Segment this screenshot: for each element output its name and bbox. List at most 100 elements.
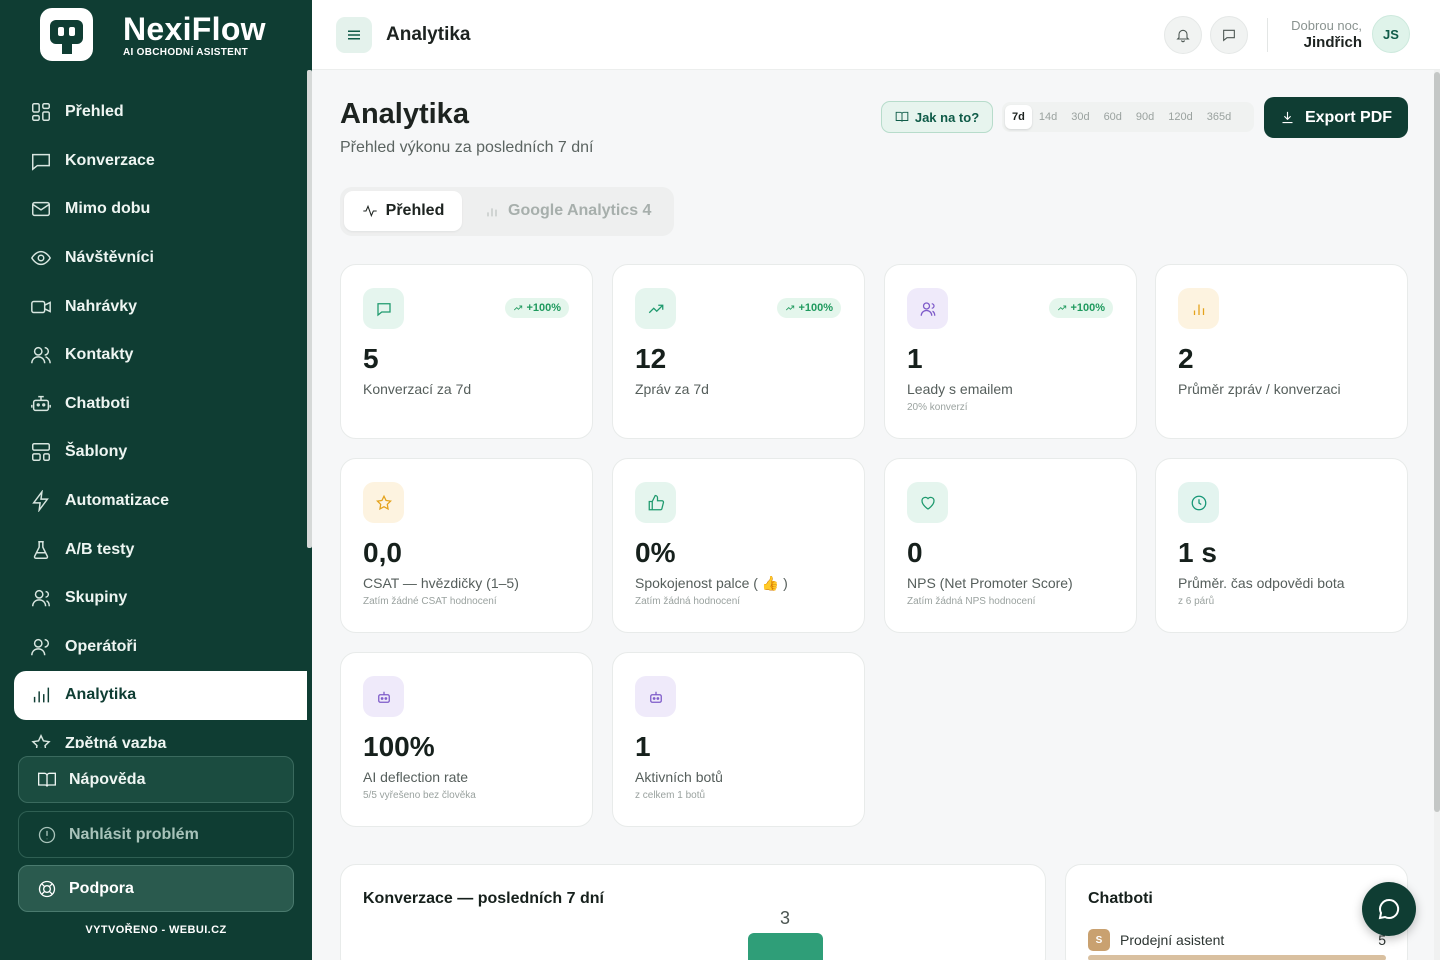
star-icon <box>363 482 404 523</box>
avatar[interactable]: JS <box>1372 15 1410 53</box>
range-90d[interactable]: 90d <box>1129 105 1161 129</box>
tab-prehled[interactable]: Přehled <box>344 191 462 231</box>
sidebar-item-automatizace[interactable]: Automatizace <box>14 477 307 526</box>
brand-name: NexiFlow <box>123 10 266 47</box>
trend-badge: +100% <box>1049 298 1113 318</box>
sidebar-item-operatori[interactable]: Operátoři <box>14 623 307 672</box>
bot-row[interactable]: S Prodejní asistent 5 <box>1088 929 1386 951</box>
stat-note: z 6 párů <box>1178 596 1215 607</box>
notifications-button[interactable] <box>1164 16 1202 54</box>
sidebar-item-navstevnici[interactable]: Návštěvníci <box>14 234 307 283</box>
trend-badge: +100% <box>505 298 569 318</box>
stat-label: Zpráv za 7d <box>635 381 709 397</box>
trend-up-icon <box>786 305 795 311</box>
bot-icon <box>363 676 404 717</box>
sidebar-item-label: Chatboti <box>65 394 130 412</box>
range-120d[interactable]: 120d <box>1161 105 1199 129</box>
tab-label: Přehled <box>385 202 445 219</box>
sidebar-item-zpetna-vazba[interactable]: Zpětná vazba <box>14 720 307 748</box>
stat-note: 20% konverzí <box>907 402 968 413</box>
sidebar-item-skupiny[interactable]: Skupiny <box>14 574 307 623</box>
stat-label: CSAT — hvězdičky (1–5) <box>363 575 519 591</box>
report-label: Nahlásit problém <box>69 825 199 843</box>
messages-button[interactable] <box>1210 16 1248 54</box>
chat-bubble-icon <box>1378 898 1400 920</box>
stat-value: 2 <box>1178 343 1194 374</box>
conversations-chart: 3 <box>748 908 823 960</box>
sidebar-item-sablony[interactable]: Šablony <box>14 428 307 477</box>
sidebar-scrollbar[interactable] <box>307 70 312 548</box>
sidebar-item-konverzace[interactable]: Konverzace <box>14 137 307 186</box>
topbar-title: Analytika <box>386 24 471 45</box>
scrollbar-thumb[interactable] <box>1434 72 1440 812</box>
bar-value-label: 3 <box>780 908 790 928</box>
bot-icon <box>31 395 51 412</box>
star-icon <box>31 734 51 748</box>
credit-text[interactable]: VYTVOŘENO - WEBUI.CZ <box>0 924 312 936</box>
sidebar-item-label: Automatizace <box>65 492 170 510</box>
stat-note: Zatím žádná NPS hodnocení <box>907 596 1036 607</box>
stat-value: 5 <box>363 343 379 374</box>
stat-card-deflection: 100% AI deflection rate 5/5 vyřešeno bez… <box>340 652 593 827</box>
chatbots-panel: Chatboti S Prodejní asistent 5 <box>1065 864 1408 960</box>
sidebar-item-mimo-dobu[interactable]: Mimo dobu <box>14 185 307 234</box>
sidebar-nav: Přehled Konverzace Mimo dobu Návštěvníci… <box>14 88 307 748</box>
sidebar-item-label: Přehled <box>65 103 124 121</box>
page-title: Analytika <box>340 98 469 130</box>
support-label: Podpora <box>69 879 134 897</box>
help-button[interactable]: Nápověda <box>18 756 294 803</box>
analytics-icon <box>33 688 50 703</box>
export-label: Export PDF <box>1304 108 1393 126</box>
template-icon <box>32 443 50 462</box>
sidebar-item-prehled[interactable]: Přehled <box>14 88 307 137</box>
stat-label: Leady s emailem <box>907 381 1013 397</box>
menu-toggle-button[interactable] <box>336 17 372 53</box>
tab-google-analytics[interactable]: Google Analytics 4 <box>484 191 651 231</box>
support-button[interactable]: Podpora <box>18 865 294 912</box>
thumbs-up-icon <box>635 482 676 523</box>
range-365d[interactable]: 365d <box>1200 105 1238 129</box>
bot-icon <box>635 676 676 717</box>
stat-note: Zatím žádné CSAT hodnocení <box>363 596 497 607</box>
export-pdf-button[interactable]: Export PDF <box>1264 97 1408 138</box>
bot-avatar: S <box>1088 929 1110 951</box>
menu-icon <box>348 30 360 40</box>
eye-icon <box>30 250 52 266</box>
greeting-text: Dobrou noc, <box>1291 18 1362 33</box>
bar-chart-icon <box>1178 288 1219 329</box>
report-problem-button[interactable]: Nahlásit problém <box>18 811 294 858</box>
sidebar-item-label: Zpětná vazba <box>65 735 167 748</box>
chat-icon <box>32 153 50 171</box>
sidebar-item-nahravky[interactable]: Nahrávky <box>14 282 307 331</box>
range-7d[interactable]: 7d <box>1005 105 1032 129</box>
how-to-button[interactable]: Jak na to? <box>881 101 993 133</box>
stat-label: AI deflection rate <box>363 769 469 785</box>
message-icon <box>1223 29 1235 42</box>
stat-label: Konverzací za 7d <box>363 381 472 397</box>
users-icon <box>32 590 50 607</box>
page-scrollbar[interactable] <box>1434 70 1440 960</box>
sidebar-item-label: A/B testy <box>65 540 135 558</box>
contacts-icon <box>31 347 51 364</box>
sidebar-item-chatboti[interactable]: Chatboti <box>14 380 307 429</box>
download-icon <box>1282 111 1293 124</box>
range-14d[interactable]: 14d <box>1032 105 1064 129</box>
stat-card-avg-messages: 2 Průměr zpráv / konverzaci <box>1155 264 1408 439</box>
stat-value: 1 <box>635 731 651 762</box>
sidebar-item-ab-testy[interactable]: A/B testy <box>14 525 307 574</box>
stat-value: 0% <box>635 537 676 568</box>
chat-launcher-button[interactable] <box>1362 882 1416 936</box>
brand-tagline: AI OBCHODNÍ ASISTENT <box>123 46 249 58</box>
chat-icon <box>363 288 404 329</box>
brand-logo[interactable]: NexiFlow AI OBCHODNÍ ASISTENT <box>40 8 266 61</box>
user-name: Jindřich <box>1303 34 1362 51</box>
range-30d[interactable]: 30d <box>1064 105 1096 129</box>
trend-up-icon <box>514 305 523 311</box>
sidebar-item-analytika[interactable]: Analytika <box>14 671 307 720</box>
stat-card-active-bots: 1 Aktivních botů z celkem 1 botů <box>612 652 865 827</box>
sidebar-item-kontakty[interactable]: Kontakty <box>14 331 307 380</box>
analytics-tabs: Přehled Google Analytics 4 <box>340 187 674 236</box>
clock-icon <box>1178 482 1219 523</box>
range-60d[interactable]: 60d <box>1097 105 1129 129</box>
stat-note: 5/5 vyřešeno bez člověka <box>363 790 476 801</box>
